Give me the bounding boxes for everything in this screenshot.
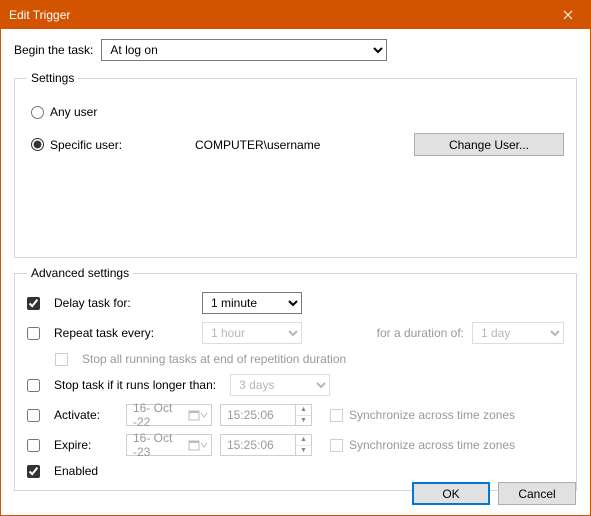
enabled-label: Enabled <box>54 464 98 478</box>
advanced-legend: Advanced settings <box>27 266 133 280</box>
expire-row: Expire: 16- Oct -23 15:25:06 ▲▼ <box>27 434 564 456</box>
activate-sync-checkbox <box>330 409 343 422</box>
activate-label: Activate: <box>54 408 118 422</box>
repeat-duration-label: for a duration of: <box>377 326 464 340</box>
activate-date-picker: 16- Oct -22 <box>126 404 212 426</box>
stop-all-row: Stop all running tasks at end of repetit… <box>55 352 564 366</box>
calendar-icon <box>187 408 200 422</box>
stop-if-row: Stop task if it runs longer than: 3 days <box>27 374 564 396</box>
edit-trigger-dialog: Edit Trigger Begin the task: At log on S… <box>0 0 591 516</box>
close-icon <box>563 10 573 20</box>
expire-sync-checkbox <box>330 439 343 452</box>
chevron-down-icon <box>200 411 209 419</box>
repeat-row: Repeat task every: 1 hour for a duration… <box>27 322 564 344</box>
spinner-icon: ▲▼ <box>295 405 311 425</box>
change-user-button[interactable]: Change User... <box>414 133 564 156</box>
enabled-row: Enabled <box>27 464 564 478</box>
window-title: Edit Trigger <box>9 8 546 22</box>
expire-label: Expire: <box>54 438 118 452</box>
expire-time-picker: 15:25:06 ▲▼ <box>220 434 312 456</box>
client-area: Begin the task: At log on Settings Any u… <box>1 29 590 509</box>
delay-row: Delay task for: 1 minute <box>27 292 564 314</box>
expire-date-value: 16- Oct -23 <box>133 431 187 459</box>
repeat-duration-combo: 1 day <box>472 322 564 344</box>
delay-checkbox[interactable] <box>27 297 40 310</box>
activate-time-value: 15:25:06 <box>227 408 274 422</box>
activate-row: Activate: 16- Oct -22 15:25:06 ▲▼ <box>27 404 564 426</box>
activate-sync-label: Synchronize across time zones <box>349 408 515 422</box>
stop-all-label: Stop all running tasks at end of repetit… <box>82 352 346 366</box>
any-user-radio[interactable] <box>31 106 44 119</box>
stop-if-combo: 3 days <box>230 374 330 396</box>
ok-button[interactable]: OK <box>412 482 490 505</box>
any-user-label: Any user <box>50 105 97 119</box>
chevron-down-icon <box>200 441 209 449</box>
specific-user-label: Specific user: <box>50 138 122 152</box>
enabled-checkbox[interactable] <box>27 465 40 478</box>
repeat-interval-combo: 1 hour <box>202 322 302 344</box>
spinner-icon: ▲▼ <box>295 435 311 455</box>
stop-if-label: Stop task if it runs longer than: <box>54 378 216 392</box>
activate-time-picker: 15:25:06 ▲▼ <box>220 404 312 426</box>
repeat-label: Repeat task every: <box>54 326 194 340</box>
begin-task-row: Begin the task: At log on <box>14 39 577 61</box>
calendar-icon <box>187 438 200 452</box>
titlebar: Edit Trigger <box>1 1 590 29</box>
dialog-footer: OK Cancel <box>412 482 576 505</box>
delay-combo[interactable]: 1 minute <box>202 292 302 314</box>
close-button[interactable] <box>546 1 590 29</box>
stop-if-checkbox[interactable] <box>27 379 40 392</box>
expire-time-value: 15:25:06 <box>227 438 274 452</box>
stop-all-checkbox <box>55 353 68 366</box>
delay-label: Delay task for: <box>54 296 194 310</box>
expire-checkbox[interactable] <box>27 439 40 452</box>
begin-task-select[interactable]: At log on <box>101 39 387 61</box>
begin-task-label: Begin the task: <box>14 43 93 57</box>
expire-sync-label: Synchronize across time zones <box>349 438 515 452</box>
expire-date-picker: 16- Oct -23 <box>126 434 212 456</box>
activate-checkbox[interactable] <box>27 409 40 422</box>
settings-group: Settings Any user Specific user: COMPUTE… <box>14 71 577 258</box>
advanced-settings-group: Advanced settings Delay task for: 1 minu… <box>14 266 577 491</box>
specific-user-value: COMPUTER\username <box>195 138 406 152</box>
specific-user-radio[interactable] <box>31 138 44 151</box>
settings-legend: Settings <box>27 71 78 85</box>
cancel-button[interactable]: Cancel <box>498 482 576 505</box>
activate-date-value: 16- Oct -22 <box>133 401 187 429</box>
repeat-checkbox[interactable] <box>27 327 40 340</box>
